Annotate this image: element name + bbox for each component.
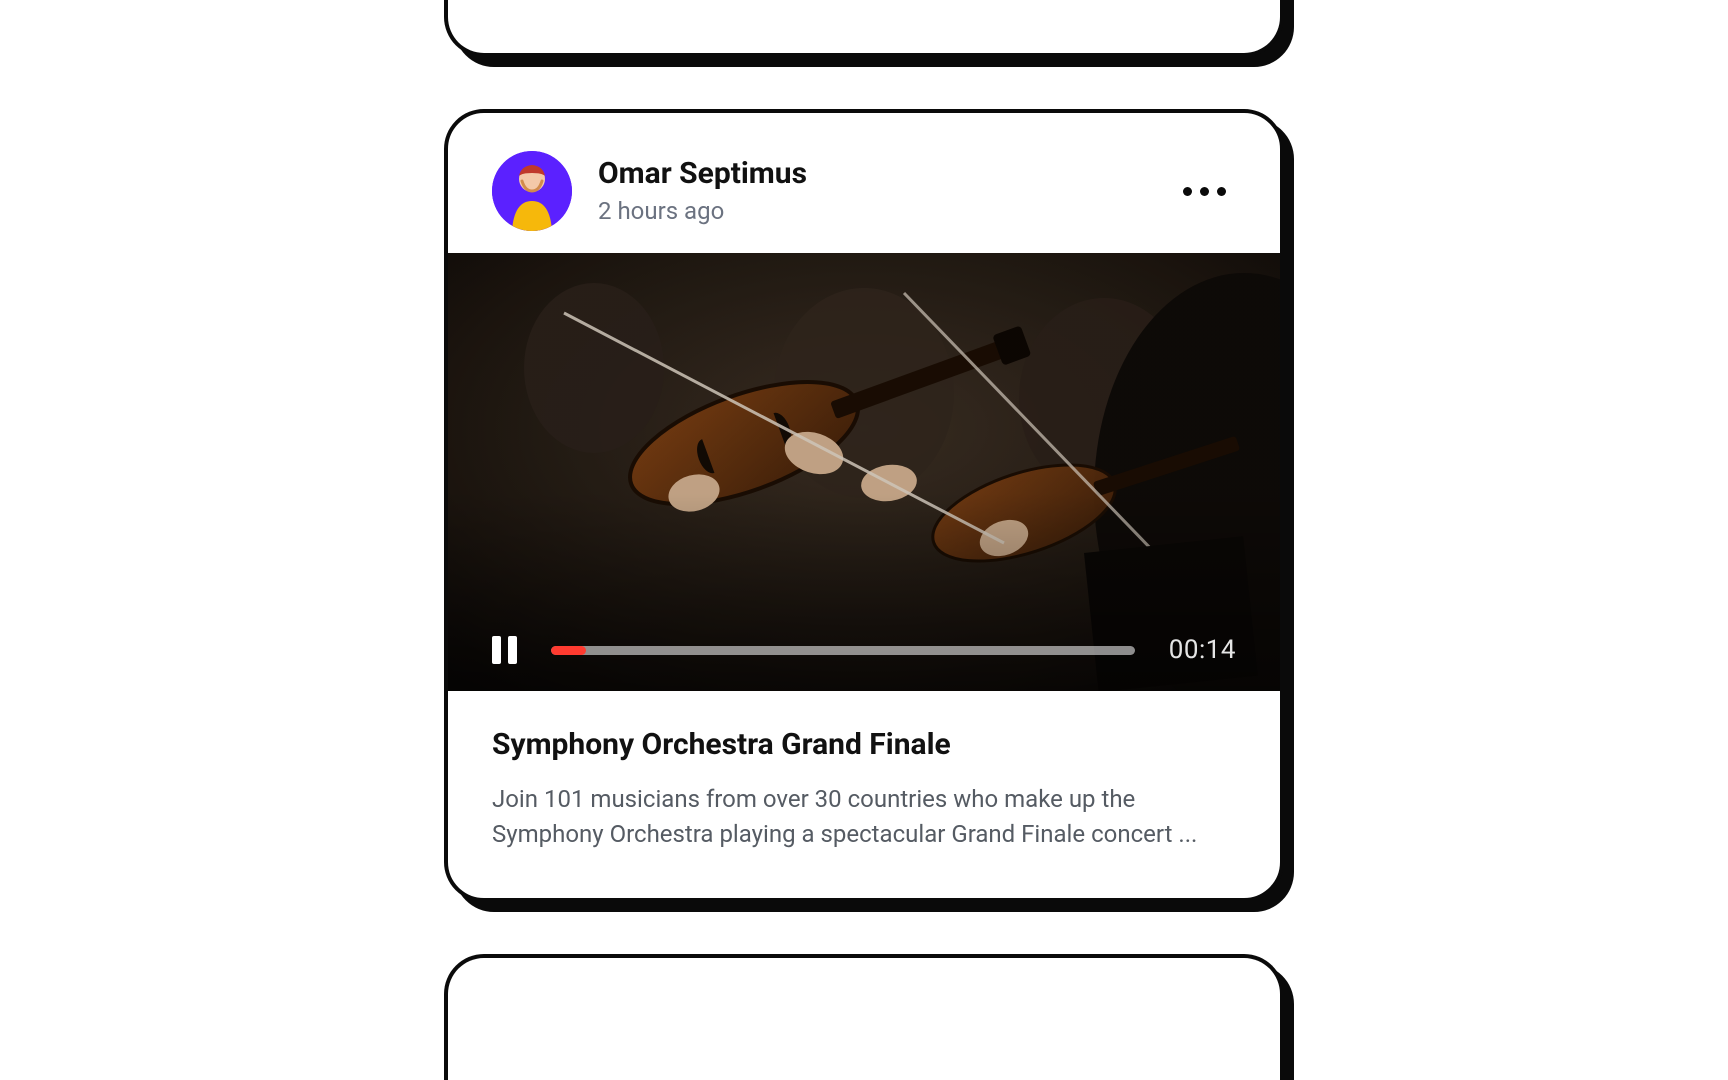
- card-header: Omar Septimus 2 hours ago: [448, 113, 1280, 253]
- video-controls: 00:14: [492, 635, 1236, 665]
- post-description: Join 101 musicians from over 30 countrie…: [492, 782, 1236, 852]
- dots-icon: [1183, 187, 1192, 196]
- feed-card: Omar Septimus 2 hours ago: [444, 109, 1284, 902]
- dots-icon: [1200, 187, 1209, 196]
- elapsed-time: 00:14: [1169, 635, 1236, 665]
- card-body: Symphony Orchestra Grand Finale Join 101…: [448, 691, 1280, 898]
- video-gradient-overlay: [448, 253, 1280, 691]
- progress-fill: [551, 646, 586, 655]
- post-title: Symphony Orchestra Grand Finale: [492, 727, 1236, 762]
- author-avatar[interactable]: [492, 151, 572, 231]
- video-player[interactable]: 00:14: [448, 253, 1280, 691]
- more-options-button[interactable]: [1173, 177, 1236, 206]
- pause-button[interactable]: [492, 636, 517, 664]
- dots-icon: [1217, 187, 1226, 196]
- author-block: Omar Septimus 2 hours ago: [598, 157, 1147, 226]
- progress-bar[interactable]: [551, 646, 1135, 655]
- feed-card-previous: [444, 0, 1284, 57]
- feed-card-next: [444, 954, 1284, 1080]
- feed: Omar Septimus 2 hours ago: [0, 0, 1728, 1080]
- pause-icon: [508, 636, 517, 664]
- author-name: Omar Septimus: [598, 157, 1147, 192]
- avatar-image: [492, 151, 572, 231]
- post-timestamp: 2 hours ago: [598, 197, 1147, 225]
- pause-icon: [492, 636, 501, 664]
